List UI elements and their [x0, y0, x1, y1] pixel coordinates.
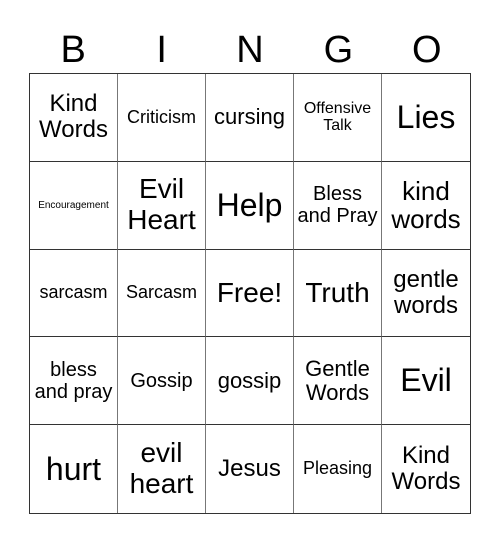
- bingo-cell[interactable]: Evil Heart: [118, 161, 206, 250]
- bingo-cell[interactable]: Gossip: [118, 337, 206, 426]
- bingo-cell[interactable]: Bless and Pray: [294, 161, 382, 250]
- bingo-cell[interactable]: Criticism: [118, 74, 206, 162]
- header-letter-i: I: [156, 29, 167, 71]
- bingo-cell[interactable]: Gentle Words: [294, 337, 382, 426]
- header-letter-g: G: [323, 29, 354, 71]
- free-space-cell[interactable]: Free!: [206, 249, 294, 338]
- bingo-cell[interactable]: Lies: [382, 74, 470, 162]
- bingo-cell[interactable]: sarcasm: [30, 249, 118, 338]
- bingo-cell[interactable]: Truth: [294, 249, 382, 338]
- bingo-header: B I N G O: [29, 28, 471, 73]
- bingo-cell[interactable]: Kind Words: [30, 74, 118, 162]
- bingo-cell[interactable]: evil heart: [118, 425, 206, 513]
- bingo-cell[interactable]: Help: [206, 161, 294, 250]
- bingo-cell[interactable]: bless and pray: [30, 337, 118, 426]
- bingo-cell[interactable]: Kind Words: [382, 425, 470, 513]
- bingo-cell[interactable]: Encouragement: [30, 161, 118, 250]
- bingo-cell[interactable]: hurt: [30, 425, 118, 513]
- header-letter-n: N: [236, 29, 264, 71]
- header-letter-o: O: [412, 29, 442, 71]
- bingo-cell[interactable]: cursing: [206, 74, 294, 162]
- bingo-grid: Kind Words Criticism cursing Offensive T…: [29, 73, 471, 514]
- bingo-cell[interactable]: gossip: [206, 337, 294, 426]
- bingo-cell[interactable]: Pleasing: [294, 425, 382, 513]
- bingo-cell[interactable]: Evil: [382, 337, 470, 426]
- bingo-cell[interactable]: gentle words: [382, 250, 470, 338]
- bingo-cell[interactable]: Jesus: [206, 425, 294, 513]
- bingo-cell[interactable]: Offensive Talk: [294, 74, 382, 162]
- header-letter-b: B: [60, 29, 86, 71]
- bingo-cell[interactable]: Sarcasm: [118, 249, 206, 338]
- bingo-cell[interactable]: kind words: [382, 162, 470, 250]
